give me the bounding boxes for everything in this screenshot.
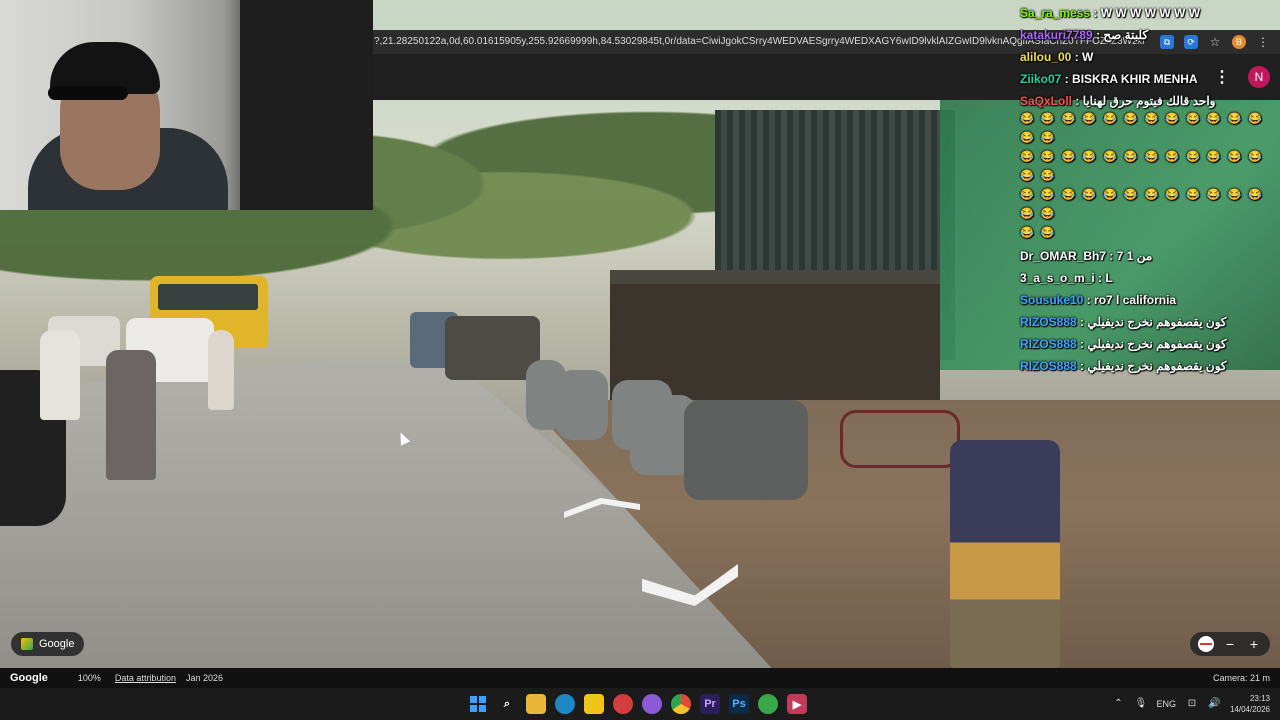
badge-label: Google (39, 638, 75, 650)
compass-icon[interactable] (1198, 636, 1214, 652)
webcam-overlay (0, 0, 373, 210)
chat-message: Ziiko07 : BISKRA KHIR MENHA (1020, 72, 1198, 86)
chat-text: من 1 7 (1116, 249, 1153, 263)
chat-username: Ziiko07 (1020, 72, 1062, 86)
zoom-in-button[interactable]: + (1246, 636, 1262, 652)
streamer-cap-visor (48, 86, 128, 100)
chat-username: alilou_00 (1020, 50, 1072, 64)
network-icon[interactable]: ⊡ (1186, 698, 1198, 710)
emoji-spam: 😂 😂 😂 😂 😂 😂 😂 😂 😂 😂 😂 😂 😂 😂 😂 😂 😂 😂 😂 😂 … (1020, 110, 1278, 243)
chat-text: L (1105, 271, 1113, 285)
chat-text: W W W W W W W (1100, 6, 1201, 20)
zoom-out-button[interactable]: − (1222, 636, 1238, 652)
clock-date: 14/04/2026 (1229, 705, 1270, 714)
chat-username: 3_a_s_o_m_i (1020, 271, 1095, 285)
windows-taskbar: ⌕ Pr Ps ▶ ⌃ 🎙 ENG ⊡ 🔊 23:13 14/04/2026 (0, 688, 1280, 720)
edge-icon[interactable] (555, 694, 575, 714)
chat-username: katakuri7789 (1020, 28, 1093, 42)
search-icon[interactable]: ⌕ (497, 694, 517, 714)
chat-username: Sousuke10 (1020, 293, 1084, 307)
chat-text: BISKRA KHIR MENHA (1072, 72, 1198, 86)
zoom-level: 100% (77, 673, 101, 683)
chat-text: W (1082, 50, 1094, 64)
chat-message: Sousuke10 : ro7 l california (1020, 293, 1177, 307)
bicycle (840, 410, 960, 468)
pedestrian (950, 440, 1060, 668)
chat-text: واحد قالك فيتوم حرق لهنايا (1082, 94, 1216, 108)
chat-overlay: Sa_ra_mess : W W W W W W W katakuri7789 … (1020, 4, 1278, 379)
chat-username: RIZOS888 (1020, 359, 1077, 373)
chat-message: Sa_ra_mess : W W W W W W W (1020, 6, 1201, 20)
motorcycle (684, 400, 808, 500)
emoji-row: 😂 😂 😂 😂 😂 😂 😂 😂 😂 😂 😂 😂 😂 😂 (1020, 113, 1264, 144)
chat-message: SaQxLoll : واحد قالك فيتوم حرق لهنايا 😂 … (1020, 92, 1278, 243)
zoom-controls: − + (1190, 632, 1270, 656)
chat-message: RIZOS888 : كون يقصفوهم نخرج نديفيلي (1020, 315, 1227, 329)
premiere-icon[interactable]: Pr (700, 694, 720, 714)
chat-username: Sa_ra_mess (1020, 6, 1091, 20)
folder-icon[interactable] (526, 694, 546, 714)
chat-text: كون يقصفوهم نخرج نديفيلي (1087, 315, 1227, 329)
pedestrian (208, 330, 234, 410)
store-icon[interactable] (584, 694, 604, 714)
chat-text: كون يقصفوهم نخرج نديفيلي (1087, 359, 1227, 373)
app-icon[interactable] (642, 694, 662, 714)
clock-time: 23:13 (1249, 694, 1270, 703)
emoji-row: 😂 😂 (1020, 227, 1057, 239)
chat-text: ro7 l california (1094, 293, 1177, 307)
microphone-icon[interactable]: 🎙 (1134, 698, 1147, 710)
pedestrian (106, 350, 156, 480)
pedestrian (40, 330, 80, 420)
windows-icon[interactable] (468, 694, 488, 714)
chat-text: كلبتة صح (1103, 28, 1149, 42)
chrome-icon[interactable] (671, 694, 691, 714)
google-maps-icon (21, 638, 33, 650)
taskbar-apps: ⌕ Pr Ps ▶ (468, 692, 807, 716)
chat-message: alilou_00 : W (1020, 50, 1094, 64)
chat-text: كون يقصفوهم نخرج نديفيلي (1087, 337, 1227, 351)
emoji-row: 😂 😂 😂 😂 😂 😂 😂 😂 😂 😂 😂 😂 😂 😂 (1020, 151, 1264, 182)
chat-message: RIZOS888 : كون يقصفوهم نخرج نديفيلي (1020, 359, 1227, 373)
google-logo: Google (10, 672, 48, 684)
photoshop-icon[interactable]: Ps (729, 694, 749, 714)
chat-message: RIZOS888 : كون يقصفوهم نخرج نديفيلي (1020, 337, 1227, 351)
camera-distance: Camera: 21 m (1212, 673, 1270, 683)
chevron-up-icon[interactable]: ⌃ (1112, 698, 1124, 710)
google-maps-badge[interactable]: Google (11, 632, 85, 656)
system-tray: ⌃ 🎙 ENG ⊡ 🔊 23:13 14/04/2026 (1112, 692, 1270, 716)
volume-icon[interactable]: 🔊 (1208, 698, 1220, 710)
scooter (556, 370, 608, 440)
chat-username: RIZOS888 (1020, 337, 1077, 351)
chat-username: SaQxLoll (1020, 94, 1073, 108)
data-attribution-link[interactable]: Data attribution (115, 673, 176, 683)
chat-username: Dr_OMAR_Bh7 (1020, 249, 1107, 263)
street-view-footer: Google 100% Data attribution Jan 2026 Ca… (0, 668, 1280, 688)
emoji-row: 😂 😂 😂 😂 😂 😂 😂 😂 😂 😂 😂 😂 😂 😂 (1020, 189, 1264, 220)
play-icon[interactable]: ▶ (787, 694, 807, 714)
chat-message: katakuri7789 : كلبتة صح (1020, 28, 1149, 42)
language-indicator[interactable]: ENG (1156, 699, 1176, 709)
chat-message: 3_a_s_o_m_i : L (1020, 271, 1113, 285)
app-icon[interactable] (613, 694, 633, 714)
chat-username: RIZOS888 (1020, 315, 1077, 329)
imagery-date: Jan 2026 (185, 673, 224, 683)
webcam-background (240, 0, 373, 210)
chat-message: Dr_OMAR_Bh7 : من 1 7 (1020, 249, 1153, 263)
clock[interactable]: 23:13 14/04/2026 (1230, 693, 1270, 715)
screen: ?,21.28250122a,0d,60.01615905y,255.92669… (0, 0, 1280, 720)
app-icon[interactable] (758, 694, 778, 714)
